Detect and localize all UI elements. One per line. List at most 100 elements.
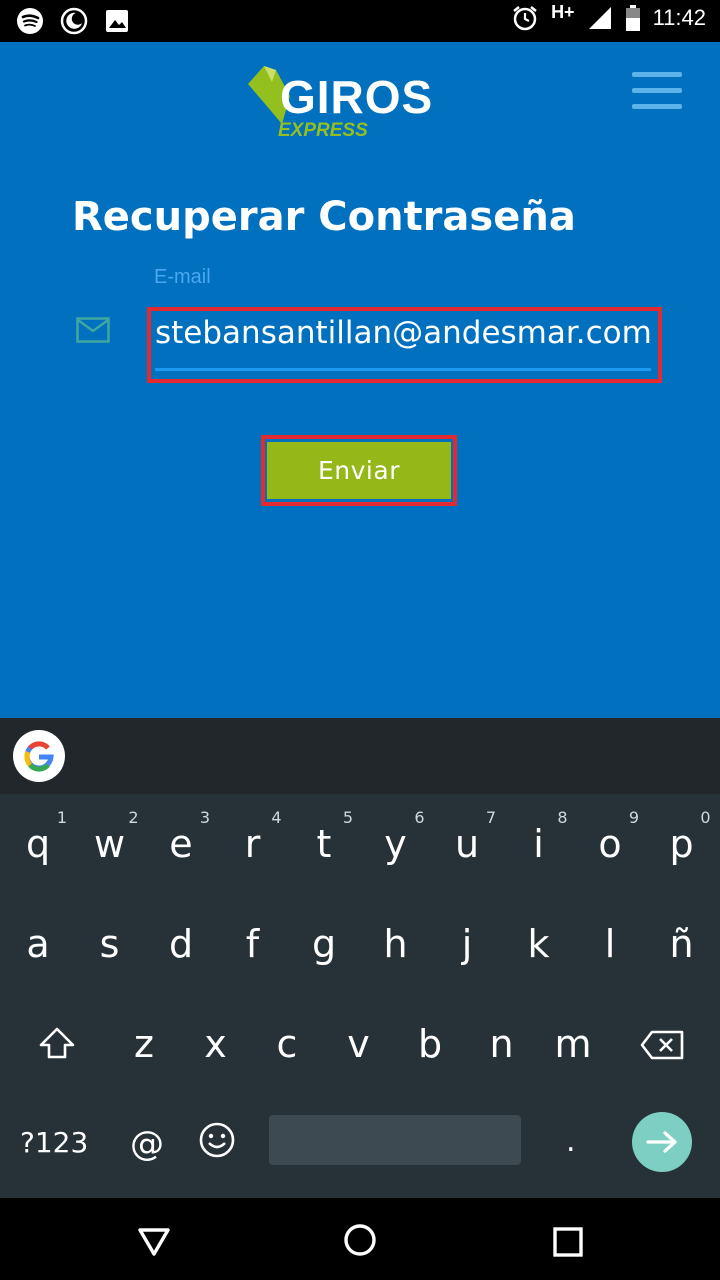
menu-bar <box>632 88 682 93</box>
key-l[interactable]: l <box>575 894 645 984</box>
key-d[interactable]: d <box>146 894 216 984</box>
key-label: i <box>533 822 544 866</box>
key-label: a <box>26 922 50 966</box>
shift-icon[interactable] <box>38 1026 76 1060</box>
arrow-right-icon <box>646 1131 677 1153</box>
key-number-hint: 7 <box>485 808 496 827</box>
key-u[interactable]: u7 <box>432 794 502 884</box>
key-y[interactable]: y6 <box>361 794 431 884</box>
menu-bar <box>632 72 682 77</box>
key-number-hint: 8 <box>557 808 568 827</box>
key-label: o <box>598 822 622 866</box>
key-i[interactable]: i8 <box>504 794 574 884</box>
key-label: g <box>311 922 337 966</box>
battery-icon <box>625 5 640 31</box>
key-number-hint: 4 <box>271 808 282 827</box>
key-label: z <box>134 1022 154 1066</box>
page-title: Recuperar Contraseña <box>72 194 576 240</box>
key-label: f <box>245 922 260 966</box>
key-number-hint: 6 <box>414 808 425 827</box>
clock: 11:42 <box>652 5 706 30</box>
key-label: k <box>527 922 550 966</box>
key-label: m <box>554 1022 592 1066</box>
google-button[interactable] <box>13 730 65 782</box>
key-m[interactable]: m <box>538 994 608 1084</box>
key-label: ñ <box>669 922 694 966</box>
key-label: b <box>417 1022 443 1066</box>
signal-icon <box>588 7 611 29</box>
key-label: l <box>604 922 616 966</box>
recent-apps-icon[interactable] <box>552 1226 584 1258</box>
menu-bar <box>632 104 682 109</box>
mail-icon <box>76 317 110 343</box>
emoji-icon[interactable] <box>197 1120 237 1160</box>
symbols-key[interactable]: ?123 <box>20 1126 88 1159</box>
enter-key[interactable] <box>632 1112 692 1172</box>
key-e[interactable]: e3 <box>146 794 216 884</box>
back-icon[interactable] <box>134 1220 174 1260</box>
key-s[interactable]: s <box>75 894 145 984</box>
at-key[interactable]: @ <box>130 1124 164 1164</box>
key-o[interactable]: o9 <box>575 794 645 884</box>
key-r[interactable]: r4 <box>218 794 288 884</box>
key-label: c <box>276 1022 298 1066</box>
key-number-hint: 3 <box>199 808 210 827</box>
key-x[interactable]: x <box>181 994 251 1084</box>
email-underline <box>155 368 651 371</box>
key-number-hint: 1 <box>56 808 67 827</box>
brand-logo[interactable]: GIROS EXPRESS <box>246 62 456 146</box>
key-g[interactable]: g <box>289 894 359 984</box>
key-label: h <box>383 922 408 966</box>
google-icon <box>24 741 54 772</box>
key-ñ[interactable]: ñ <box>647 894 717 984</box>
send-button-highlight: Enviar <box>261 435 457 506</box>
key-number-hint: 5 <box>342 808 353 827</box>
key-a[interactable]: a <box>3 894 73 984</box>
key-b[interactable]: b <box>395 994 465 1084</box>
nav-bar <box>0 1198 720 1280</box>
key-label: p <box>669 822 694 866</box>
key-label: r <box>244 822 261 866</box>
key-label: s <box>99 922 120 966</box>
app-screen: GIROS EXPRESS Recuperar Contraseña E-mai… <box>0 42 720 718</box>
key-n[interactable]: n <box>467 994 537 1084</box>
key-q[interactable]: q1 <box>3 794 73 884</box>
keyboard-suggestion-bar <box>0 718 720 794</box>
key-label: j <box>461 922 473 966</box>
menu-button[interactable] <box>632 72 682 110</box>
key-label: t <box>316 822 332 866</box>
key-w[interactable]: w2 <box>75 794 145 884</box>
key-t[interactable]: t5 <box>289 794 359 884</box>
email-input[interactable]: stebansantillan@andesmar.com <box>155 315 655 351</box>
key-j[interactable]: j <box>432 894 502 984</box>
send-button[interactable]: Enviar <box>267 442 451 499</box>
spotify-icon <box>17 8 43 34</box>
home-icon[interactable] <box>340 1220 380 1260</box>
email-field[interactable]: stebansantillan@andesmar.com <box>147 307 662 383</box>
key-label: x <box>204 1022 227 1066</box>
email-label: E-mail <box>154 266 211 288</box>
key-label: w <box>93 822 126 866</box>
space-key[interactable] <box>269 1115 521 1165</box>
status-bar: H+ 11:42 <box>0 0 720 42</box>
key-z[interactable]: z <box>109 994 179 1084</box>
backspace-icon[interactable] <box>640 1030 684 1060</box>
keyboard: q1w2e3r4t5y6u7i8o9p0 asdfghjklñ zxcvbnm … <box>0 794 720 1198</box>
key-label: u <box>454 822 480 866</box>
key-label: q <box>25 822 51 866</box>
key-f[interactable]: f <box>218 894 288 984</box>
key-p[interactable]: p0 <box>647 794 717 884</box>
key-c[interactable]: c <box>252 994 322 1084</box>
key-k[interactable]: k <box>504 894 574 984</box>
key-v[interactable]: v <box>324 994 394 1084</box>
key-label: v <box>347 1022 370 1066</box>
key-number-hint: 0 <box>700 808 711 827</box>
night-mode-icon <box>60 7 88 35</box>
period-key[interactable]: . <box>566 1124 576 1159</box>
key-label: n <box>489 1022 514 1066</box>
brand-name: GIROS <box>280 71 434 123</box>
key-h[interactable]: h <box>361 894 431 984</box>
key-label: y <box>384 822 407 866</box>
key-label: e <box>169 822 193 866</box>
key-label: d <box>168 922 194 966</box>
